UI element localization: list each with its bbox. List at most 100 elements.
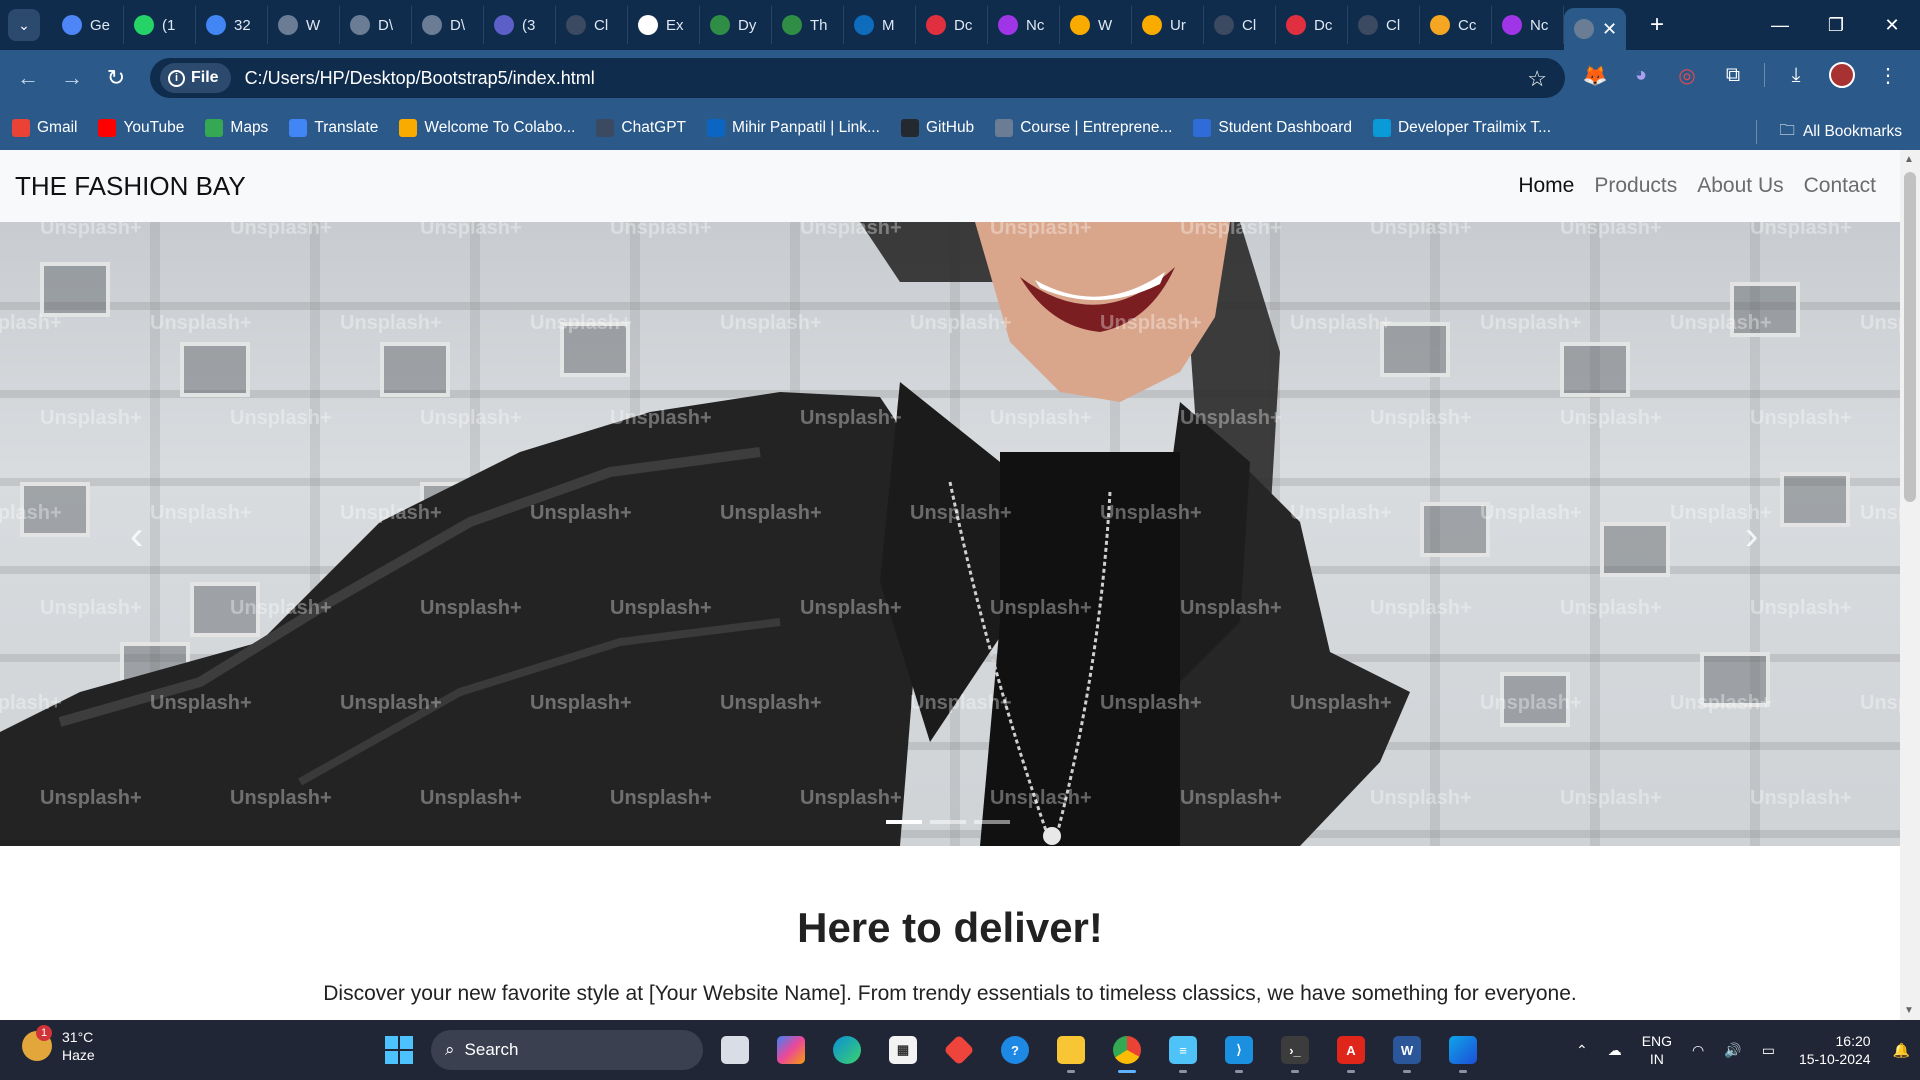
bookmark-item[interactable]: Student Dashboard [1193,119,1352,137]
browser-tab[interactable]: D\ [412,6,484,44]
photos-icon[interactable] [1439,1026,1487,1074]
carousel-next-icon[interactable]: › [1745,514,1758,559]
bookmark-item[interactable]: Maps [205,119,268,137]
help-icon[interactable]: ? [991,1026,1039,1074]
task-view-icon[interactable] [711,1026,759,1074]
close-tab-icon[interactable]: ✕ [1602,19,1617,40]
forward-icon[interactable]: → [50,56,94,100]
browser-tab[interactable]: W [268,6,340,44]
browser-tab[interactable]: Nc [988,6,1060,44]
browser-tab[interactable]: Dc [1276,6,1348,44]
menu-dots-icon[interactable]: ⋮ [1873,60,1903,90]
terminal-icon[interactable]: ›_ [1271,1026,1319,1074]
browser-tab[interactable]: W [1060,6,1132,44]
scroll-up-icon[interactable]: ▲ [1904,154,1914,165]
weather-widget[interactable]: 1 31°C Haze [22,1025,95,1064]
bookmark-item[interactable]: Translate [289,119,378,137]
start-icon[interactable] [375,1026,423,1074]
bookmark-star-icon[interactable]: ☆ [1527,66,1547,92]
nav-link-products[interactable]: Products [1594,174,1677,198]
reload-icon[interactable]: ↻ [94,56,138,100]
carousel-prev-icon[interactable]: ‹ [130,514,143,559]
wifi-icon[interactable]: ◠ [1692,1041,1704,1059]
bookmark-item[interactable]: Course | Entreprene... [995,119,1172,137]
phantom-icon[interactable]: ◕ [1626,60,1656,90]
bookmark-item[interactable]: Welcome To Colabo... [399,119,575,137]
restore-icon[interactable]: ❐ [1808,0,1864,50]
browser-tab[interactable]: Cl [1204,6,1276,44]
search-icon: ⌕ [445,1040,455,1059]
bookmark-item[interactable]: ChatGPT [596,119,686,137]
browser-tab-active[interactable]: ✕ [1564,8,1626,50]
browser-tab[interactable]: D\ [340,6,412,44]
scroll-down-icon[interactable]: ▼ [1904,1005,1914,1016]
metamask-icon[interactable]: 🦊 [1580,60,1610,90]
clock[interactable]: 16:20 15-10-2024 [1799,1032,1871,1068]
back-icon[interactable]: ← [6,56,50,100]
site-brand[interactable]: THE FASHION BAY [15,171,246,202]
browser-tab[interactable]: Th [772,6,844,44]
geeks-icon [782,15,802,35]
store-icon[interactable]: ▦ [879,1026,927,1074]
bookmark-item[interactable]: YouTube [98,119,184,137]
notepad-icon[interactable]: ≡ [1159,1026,1207,1074]
file-explorer-icon[interactable] [1047,1026,1095,1074]
volume-icon[interactable]: 🔊 [1724,1041,1741,1059]
nav-link-home[interactable]: Home [1518,174,1574,198]
battery-icon[interactable]: ▭ [1762,1041,1775,1059]
bookmark-item[interactable]: GitHub [900,119,974,137]
tab-search-dropdown[interactable]: ⌄ [8,9,40,41]
browser-tab[interactable]: Dc [916,6,988,44]
browser-tab[interactable]: Nc [1492,6,1564,44]
anydesk-icon[interactable] [935,1026,983,1074]
page-scrollbar[interactable]: ▲ ▼ [1900,150,1920,1020]
browser-tab[interactable]: Cl [556,6,628,44]
minimize-icon[interactable]: — [1752,0,1808,50]
chevron-up-icon[interactable]: ⌃ [1576,1041,1588,1059]
unsplash-watermark: Unsplash+ [1180,787,1282,809]
browser-tab[interactable]: Dy [700,6,772,44]
bookmark-label: YouTube [123,119,185,136]
word-icon[interactable]: W [1383,1026,1431,1074]
carousel-indicator[interactable] [974,820,1010,824]
taskbar-search[interactable]: ⌕ Search [431,1030,703,1070]
browser-tab[interactable]: Ur [1132,6,1204,44]
new-tab-icon[interactable]: + [1640,11,1674,39]
browser-tab[interactable]: Cl [1348,6,1420,44]
site-info-chip[interactable]: i File [160,63,231,93]
copilot-icon[interactable] [767,1026,815,1074]
onedrive-icon[interactable]: ☁ [1608,1041,1622,1059]
carousel-indicator[interactable] [886,820,922,824]
acrobat-icon[interactable]: A [1327,1026,1375,1074]
address-bar[interactable]: i File C:/Users/HP/Desktop/Bootstrap5/in… [150,58,1565,98]
browser-tab[interactable]: (1 [124,6,196,44]
browser-tab[interactable]: Ex [628,6,700,44]
bookmark-item[interactable]: Mihir Panpatil | Link... [707,119,880,137]
language-indicator[interactable]: ENG IN [1642,1032,1672,1068]
browser-tab[interactable]: 32 [196,6,268,44]
nav-link-contact[interactable]: Contact [1804,174,1876,198]
globe-icon [350,15,370,35]
download-icon[interactable]: ⤓ [1781,60,1811,90]
browser-tab[interactable]: Cc [1420,6,1492,44]
chrome-icon[interactable] [1103,1026,1151,1074]
bookmark-item[interactable]: Developer Trailmix T... [1372,119,1551,137]
carousel-indicator[interactable] [930,820,966,824]
scrollbar-thumb[interactable] [1904,172,1916,502]
avatar[interactable] [1827,60,1857,90]
nav-link-about-us[interactable]: About Us [1697,174,1783,198]
puzzle-icon[interactable]: ⧉ [1718,60,1748,90]
browser-tab[interactable]: M [844,6,916,44]
edge-icon[interactable] [823,1026,871,1074]
browser-tab[interactable]: (3 [484,6,556,44]
shield-extension-icon[interactable]: ◎ [1672,60,1702,90]
vscode-icon[interactable]: ⟩ [1215,1026,1263,1074]
bookmark-item[interactable]: Gmail [12,119,77,137]
all-bookmarks-button[interactable]: 🗀 All Bookmarks [1756,118,1902,145]
messenger-icon [998,15,1018,35]
colab-icon [1142,15,1162,35]
notification-bell-icon[interactable]: 🔔 [1893,1041,1910,1059]
url-text[interactable]: C:/Users/HP/Desktop/Bootstrap5/index.htm… [245,68,595,89]
close-window-icon[interactable]: ✕ [1864,0,1920,50]
browser-tab[interactable]: Ge [52,6,124,44]
